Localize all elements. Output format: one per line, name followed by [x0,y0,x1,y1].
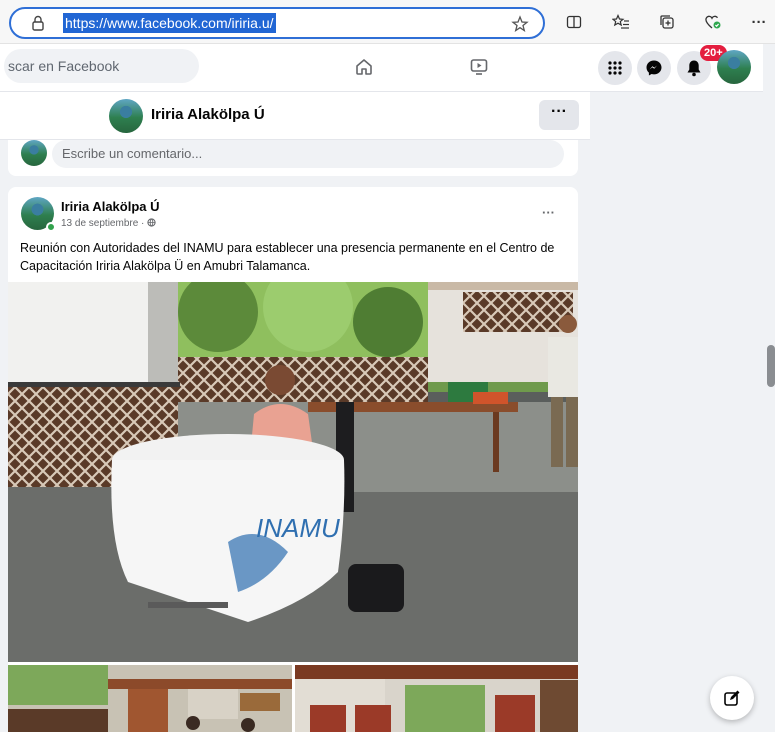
profile-header: Iriria Alakölpa Ú ··· [0,92,590,140]
favorites-icon[interactable] [610,11,632,33]
home-icon[interactable] [351,54,377,80]
post-author-name[interactable]: Iriria Alakölpa Ú [61,199,160,214]
profile-name[interactable]: Iriria Alakölpa Ú [151,106,265,123]
collections-icon[interactable] [656,11,678,33]
page-scrollbar[interactable] [763,44,775,732]
post-photo-thumbnail[interactable] [295,665,578,732]
messenger-icon[interactable] [637,51,671,85]
profile-more-button[interactable]: ··· [539,100,579,130]
url-text[interactable]: https://www.facebook.com/iriria.u/ [63,13,276,33]
browser-toolbar: https://www.facebook.com/iriria.u/ ··· [0,0,775,44]
post-card: Iriria Alakölpa Ú 13 de septiembre · ···… [8,187,578,732]
watch-icon[interactable] [466,54,492,80]
commenter-avatar[interactable] [21,140,47,166]
post-more-button[interactable]: ··· [542,205,555,220]
globe-icon [147,218,156,229]
facebook-navbar: scar en Facebook 20+ [0,44,763,92]
post-date[interactable]: 13 de septiembre · [61,218,156,229]
address-bar[interactable]: https://www.facebook.com/iriria.u/ [9,7,545,39]
account-avatar[interactable] [717,50,751,84]
post-photo[interactable]: INAMU [8,282,578,662]
online-status-dot [46,222,56,232]
post-text: Reunión con Autoridades del INAMU para e… [20,241,555,273]
inamu-logo-text: INAMU [256,513,340,543]
comment-composer: Escribe un comentario... [8,140,578,176]
more-icon[interactable]: ··· [748,11,770,33]
search-input[interactable]: scar en Facebook [4,49,199,83]
scrollbar-thumb[interactable] [767,345,775,387]
menu-grid-icon[interactable] [598,51,632,85]
compose-icon [724,690,740,706]
health-heart-icon[interactable] [702,11,724,33]
new-message-button[interactable] [710,676,754,720]
comment-input[interactable]: Escribe un comentario... [52,140,564,168]
lock-icon[interactable] [31,15,45,36]
favorite-star-icon[interactable] [511,15,529,38]
profile-avatar[interactable] [109,99,143,133]
split-screen-icon[interactable] [563,11,585,33]
post-photo-thumbnail[interactable] [8,665,292,732]
